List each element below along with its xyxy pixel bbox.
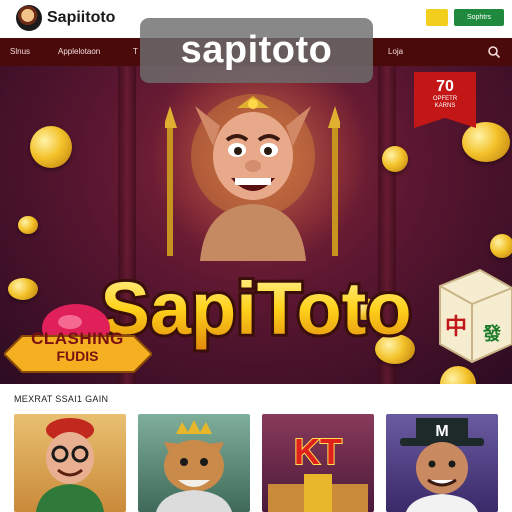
game-thumbnail-cat-king xyxy=(156,420,232,512)
search-icon[interactable] xyxy=(487,45,501,59)
flash-badge-line-1: CLASHING xyxy=(31,329,124,348)
nav-item-loja[interactable]: Loja xyxy=(388,47,403,56)
svg-text:中: 中 xyxy=(445,315,467,340)
flash-badge-line-2: FUDIS xyxy=(56,348,99,364)
watermark-label: sapitoto xyxy=(140,18,373,83)
gold-coin xyxy=(382,146,408,172)
gold-coin xyxy=(490,234,512,258)
promo-ribbon[interactable]: 70 OPFETR KARNS xyxy=(414,72,476,128)
nav-item-t[interactable]: T xyxy=(133,47,138,56)
gold-coin xyxy=(462,122,510,162)
temple-character-illustration xyxy=(165,94,340,261)
hero-banner[interactable]: SapiToto 70 OPFETR KARNS CLASHING FUDIS … xyxy=(0,66,512,384)
gold-coin xyxy=(18,216,38,234)
game-card-1[interactable] xyxy=(14,414,126,512)
games-section-title: MEXRAT SSAI1 GAIN xyxy=(14,394,109,404)
promo-line-2: KARNS xyxy=(434,103,456,109)
svg-text:發: 發 xyxy=(482,323,502,345)
promo-number: 70 xyxy=(436,78,454,95)
game-card-3-label: KT xyxy=(294,431,342,472)
promo-line-1: OPFETR xyxy=(432,96,458,102)
game-card-2[interactable] xyxy=(138,414,250,512)
game-thumbnail-old-man xyxy=(36,418,104,512)
game-thumbnail-kt: KT xyxy=(268,430,368,512)
game-card-4-label: M xyxy=(435,423,448,440)
site-name[interactable]: Sapiitoto xyxy=(47,9,115,27)
gold-coin xyxy=(440,366,476,384)
nav-item-application[interactable]: Applelotaon xyxy=(58,47,100,56)
nav-item-slots[interactable]: Slnus xyxy=(10,47,30,56)
register-button[interactable]: Sophtrs xyxy=(454,9,504,26)
site-logo[interactable] xyxy=(16,5,42,31)
game-thumbnail-hat-man: M xyxy=(400,418,484,512)
login-button[interactable] xyxy=(426,9,448,26)
mahjong-dice-icon: 中 發 xyxy=(439,268,512,364)
gold-coin xyxy=(30,126,72,168)
game-card-3[interactable]: KT xyxy=(262,414,374,512)
game-card-4[interactable]: M xyxy=(386,414,498,512)
